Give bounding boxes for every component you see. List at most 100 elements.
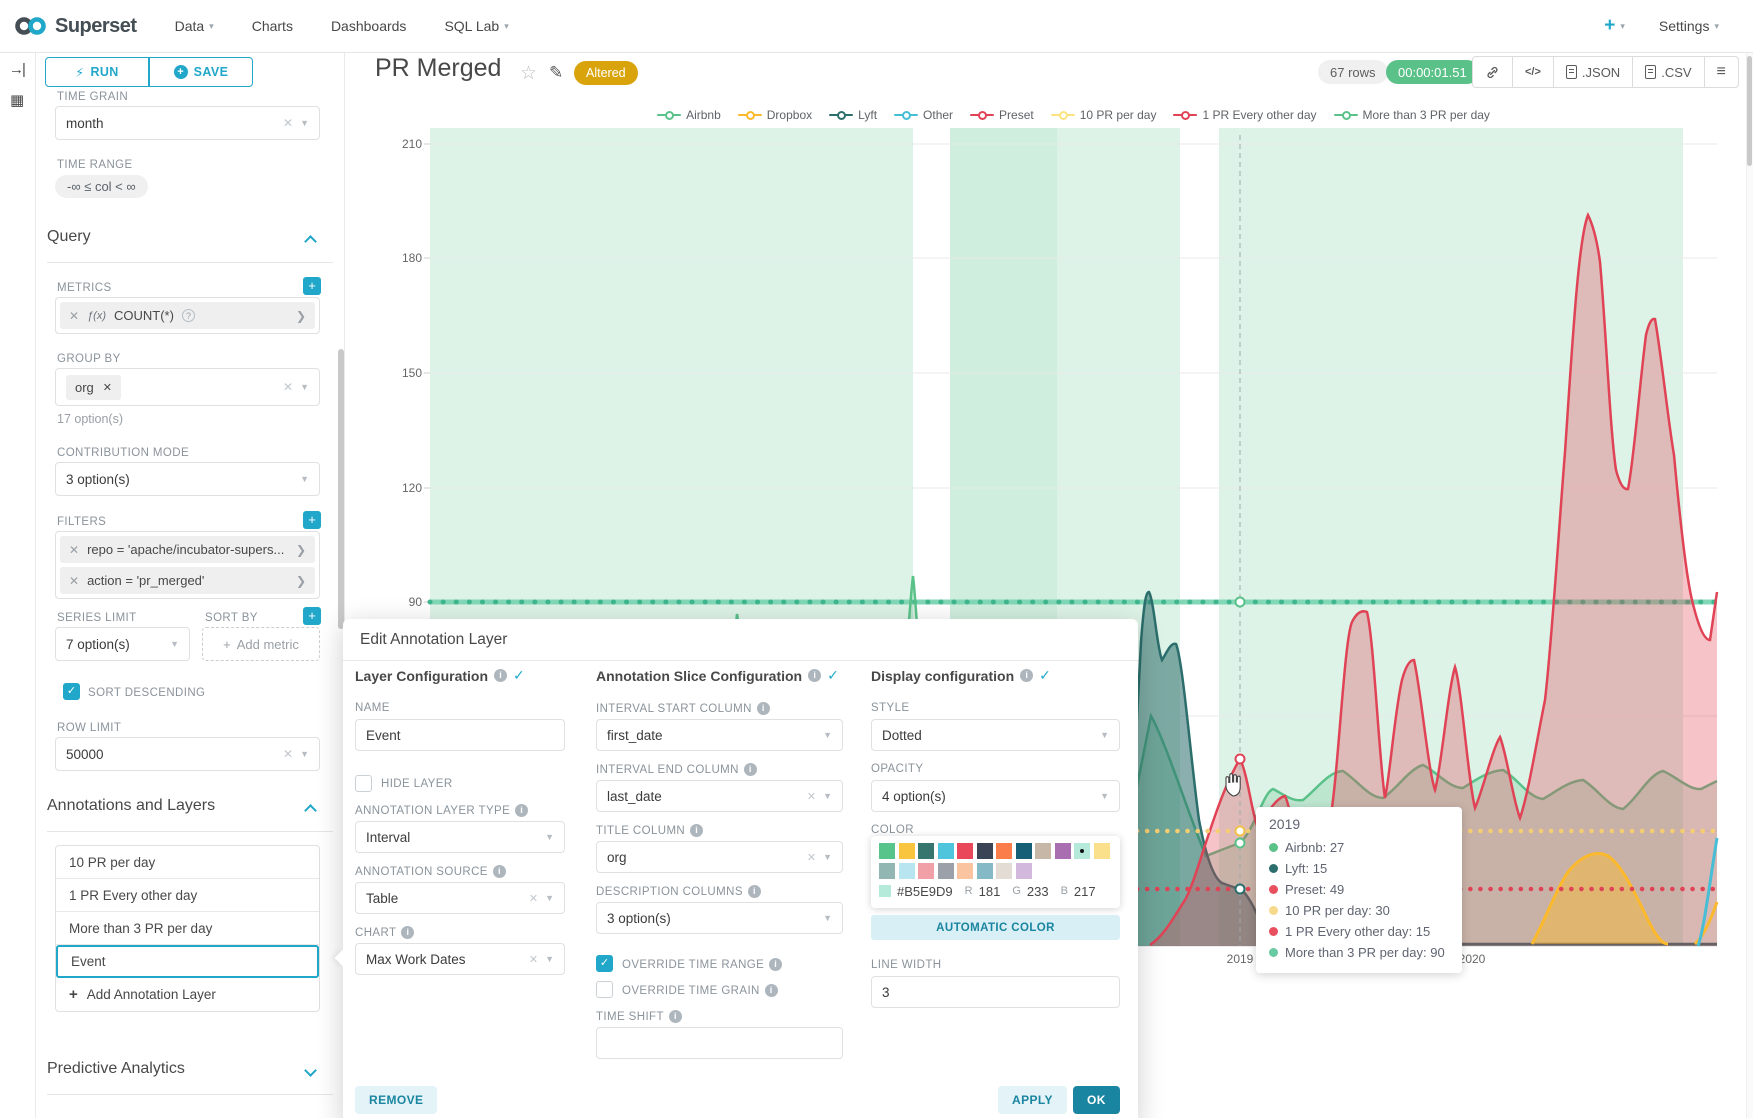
color-swatch[interactable] — [1016, 863, 1032, 879]
row-limit-select[interactable]: 50000 ✕▼ — [55, 737, 320, 771]
annotation-layer-item-selected[interactable]: Event — [56, 945, 319, 978]
clear-icon[interactable]: ✕ — [529, 892, 538, 905]
export-csv-button[interactable]: .CSV — [1633, 57, 1704, 87]
nav-settings[interactable]: Settings▾ — [1659, 18, 1719, 34]
ok-button[interactable]: OK — [1073, 1086, 1120, 1114]
remove-icon[interactable]: ✕ — [69, 543, 79, 557]
star-icon[interactable]: ☆ — [520, 62, 537, 85]
nav-sql-lab[interactable]: SQL Lab▾ — [444, 18, 508, 34]
nav-charts[interactable]: Charts — [252, 18, 293, 34]
superset-logo[interactable]: Superset — [14, 15, 137, 38]
legend-item[interactable]: Other — [894, 108, 953, 122]
automatic-color-button[interactable]: AUTOMATIC COLOR — [871, 915, 1120, 940]
annotation-layer-type-select[interactable]: Interval▼ — [355, 821, 565, 853]
sort-by-add-metric[interactable]: +Add metric — [202, 627, 320, 661]
line-width-input[interactable] — [871, 976, 1120, 1008]
legend-item[interactable]: Lyft — [829, 108, 877, 122]
interval-start-select[interactable]: first_date▼ — [596, 719, 843, 751]
chart-field-select[interactable]: Max Work Dates✕▼ — [355, 943, 565, 975]
legend-item[interactable]: 10 PR per day — [1051, 108, 1157, 122]
clear-icon[interactable]: ✕ — [283, 116, 293, 130]
override-time-range-checkbox[interactable]: ✓ — [596, 955, 613, 972]
apply-button[interactable]: APPLY — [998, 1086, 1067, 1114]
color-swatch[interactable] — [938, 863, 954, 879]
add-filter-button[interactable]: + — [303, 511, 321, 529]
color-swatch[interactable] — [957, 843, 973, 859]
page-scrollbar-thumb[interactable] — [1747, 56, 1752, 166]
hide-layer-checkbox[interactable] — [355, 775, 372, 792]
clear-icon[interactable]: ✕ — [807, 851, 816, 864]
edit-title-icon[interactable]: ✎ — [549, 63, 563, 83]
annotation-layer-item[interactable]: 1 PR Every other day — [56, 879, 319, 912]
color-swatch[interactable] — [996, 863, 1012, 879]
style-select[interactable]: Dotted▼ — [871, 719, 1120, 751]
group-by-select[interactable]: org✕ ✕▼ — [55, 368, 320, 406]
add-metric-button[interactable]: + — [303, 277, 321, 295]
remove-icon[interactable]: ✕ — [69, 309, 79, 323]
clear-icon[interactable]: ✕ — [529, 953, 538, 966]
nav-data[interactable]: Data▾ — [175, 18, 214, 34]
filter-chip-action[interactable]: ✕ action = 'pr_merged' ❯ — [60, 567, 315, 594]
legend-item[interactable]: Dropbox — [738, 108, 812, 122]
sort-descending-checkbox[interactable]: ✓ — [63, 683, 80, 700]
expand-chevron-icon[interactable]: ❯ — [296, 574, 306, 588]
expand-chevron-icon[interactable]: ❯ — [296, 543, 306, 557]
clear-icon[interactable]: ✕ — [283, 747, 293, 761]
description-columns-select[interactable]: 3 option(s)▼ — [596, 902, 843, 934]
color-swatch[interactable] — [977, 863, 993, 879]
color-swatch[interactable] — [879, 863, 895, 879]
color-swatch[interactable] — [918, 843, 934, 859]
embed-code-button[interactable]: </> — [1513, 57, 1554, 87]
interval-end-select[interactable]: last_date✕▼ — [596, 780, 843, 812]
legend-item[interactable]: 1 PR Every other day — [1173, 108, 1316, 122]
clear-icon[interactable]: ✕ — [807, 790, 816, 803]
color-swatch[interactable] — [899, 843, 915, 859]
color-swatch[interactable] — [879, 843, 895, 859]
expand-chevron-icon[interactable]: ❯ — [296, 309, 306, 323]
legend-item[interactable]: Preset — [970, 108, 1034, 122]
color-swatch[interactable] — [1035, 843, 1051, 859]
color-swatch[interactable] — [899, 863, 915, 879]
page-scrollbar-track[interactable] — [1746, 53, 1753, 1118]
filter-chip-repo[interactable]: ✕ repo = 'apache/incubator-supers... ❯ — [60, 536, 315, 563]
title-column-select[interactable]: org✕▼ — [596, 841, 843, 873]
color-swatch[interactable] — [1094, 843, 1110, 859]
color-swatch[interactable] — [918, 863, 934, 879]
run-button[interactable]: ⚡RUN — [45, 57, 149, 87]
remove-button[interactable]: REMOVE — [355, 1086, 437, 1114]
name-input[interactable] — [355, 719, 565, 751]
color-swatch[interactable] — [996, 843, 1012, 859]
export-json-button[interactable]: .JSON — [1554, 57, 1633, 87]
nav-dashboards[interactable]: Dashboards — [331, 18, 407, 34]
legend-item[interactable]: More than 3 PR per day — [1334, 108, 1490, 122]
color-swatch[interactable] — [1055, 843, 1071, 859]
remove-icon[interactable]: ✕ — [103, 381, 112, 394]
color-swatch[interactable] — [1016, 843, 1032, 859]
annotation-layer-item[interactable]: More than 3 PR per day — [56, 912, 319, 945]
clear-icon[interactable]: ✕ — [283, 380, 293, 394]
add-sort-metric-button[interactable]: + — [303, 607, 321, 625]
altered-badge[interactable]: Altered — [574, 61, 638, 85]
legend-item[interactable]: Airbnb — [657, 108, 721, 122]
color-swatch-selected[interactable] — [1074, 843, 1090, 859]
time-grain-select[interactable]: month ✕▼ — [55, 106, 320, 140]
new-item-button[interactable]: +▾ — [1604, 15, 1625, 37]
color-swatch[interactable] — [938, 843, 954, 859]
group-by-tag[interactable]: org✕ — [66, 375, 121, 400]
opacity-select[interactable]: 4 option(s)▼ — [871, 780, 1120, 812]
remove-icon[interactable]: ✕ — [69, 574, 79, 588]
metric-chip-count[interactable]: ✕ ƒ(x) COUNT(*) ? ❯ — [60, 302, 315, 329]
annotation-layer-item[interactable]: 10 PR per day — [56, 846, 319, 879]
panel-scrollbar[interactable] — [338, 349, 344, 629]
add-annotation-layer-button[interactable]: +Add Annotation Layer — [56, 978, 319, 1011]
time-range-pill[interactable]: -∞ ≤ col < ∞ — [55, 175, 148, 198]
color-swatch[interactable] — [977, 843, 993, 859]
override-time-grain-checkbox[interactable] — [596, 981, 613, 998]
annotation-source-select[interactable]: Table✕▼ — [355, 882, 565, 914]
save-button[interactable]: +SAVE — [149, 57, 253, 87]
menu-icon[interactable]: ≡ — [1705, 57, 1738, 87]
contribution-mode-select[interactable]: 3 option(s)▼ — [55, 462, 320, 496]
series-limit-select[interactable]: 7 option(s)▼ — [55, 627, 190, 661]
copy-link-button[interactable] — [1473, 57, 1513, 87]
time-shift-input[interactable] — [596, 1027, 843, 1059]
